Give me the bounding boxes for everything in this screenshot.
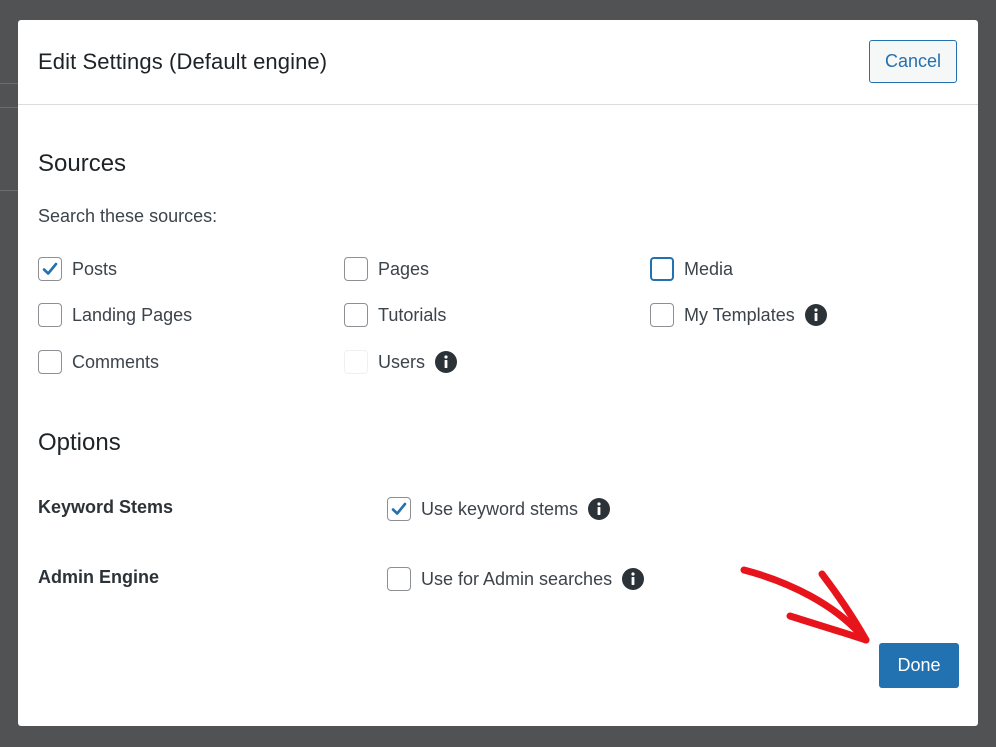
users-label: Users xyxy=(378,351,426,372)
checkmark-icon xyxy=(42,262,58,275)
admin-engine-label: Admin Engine xyxy=(38,567,159,587)
info-icon[interactable] xyxy=(588,498,611,520)
admin-engine-checkbox-label: Use for Admin searches xyxy=(421,568,613,589)
my-templates-label: My Templates xyxy=(684,304,795,325)
info-icon[interactable] xyxy=(435,351,458,373)
background-divider xyxy=(0,107,18,108)
source-option-users[interactable]: Users xyxy=(344,349,458,375)
sources-heading: Sources xyxy=(38,150,127,177)
comments-label: Comments xyxy=(72,351,160,372)
source-option-comments[interactable]: Comments xyxy=(38,349,159,375)
keyword-stems-option[interactable]: Use keyword stems xyxy=(387,496,611,522)
info-icon[interactable] xyxy=(622,568,645,590)
info-icon[interactable] xyxy=(804,304,827,326)
my-templates-checkbox[interactable] xyxy=(650,303,674,327)
background-divider xyxy=(0,190,18,191)
background-divider xyxy=(0,83,18,84)
source-option-tutorials[interactable]: Tutorials xyxy=(344,302,446,328)
keyword-stems-checkbox-label: Use keyword stems xyxy=(421,498,579,519)
source-option-my-templates[interactable]: My Templates xyxy=(650,302,827,328)
checkmark-icon xyxy=(391,502,407,515)
tutorials-label: Tutorials xyxy=(378,304,447,325)
cancel-button[interactable]: Cancel xyxy=(869,40,957,83)
source-option-pages[interactable]: Pages xyxy=(344,256,429,282)
landing-pages-checkbox[interactable] xyxy=(38,303,62,327)
users-checkbox[interactable] xyxy=(344,350,368,374)
source-option-posts[interactable]: Posts xyxy=(38,256,117,282)
admin-engine-option[interactable]: Use for Admin searches xyxy=(387,566,645,592)
done-button[interactable]: Done xyxy=(879,643,959,688)
posts-checkbox[interactable] xyxy=(38,257,62,281)
landing-pages-label: Landing Pages xyxy=(72,304,193,325)
admin-engine-checkbox[interactable] xyxy=(387,567,411,591)
media-checkbox[interactable] xyxy=(650,257,674,281)
source-option-landing-pages[interactable]: Landing Pages xyxy=(38,302,192,328)
edit-settings-modal: Edit Settings (Default engine) Cancel So… xyxy=(18,20,978,726)
media-label: Media xyxy=(684,258,734,279)
tutorials-checkbox[interactable] xyxy=(344,303,368,327)
pages-label: Pages xyxy=(378,258,430,279)
pages-checkbox[interactable] xyxy=(344,257,368,281)
posts-label: Posts xyxy=(72,258,118,279)
source-option-media[interactable]: Media xyxy=(650,256,733,282)
modal-header: Edit Settings (Default engine) Cancel xyxy=(18,20,978,105)
modal-title: Edit Settings (Default engine) xyxy=(38,49,328,74)
sources-subtext: Search these sources: xyxy=(38,206,218,226)
comments-checkbox[interactable] xyxy=(38,350,62,374)
keyword-stems-checkbox[interactable] xyxy=(387,497,411,521)
keyword-stems-label: Keyword Stems xyxy=(38,497,174,517)
options-heading: Options xyxy=(38,429,121,456)
